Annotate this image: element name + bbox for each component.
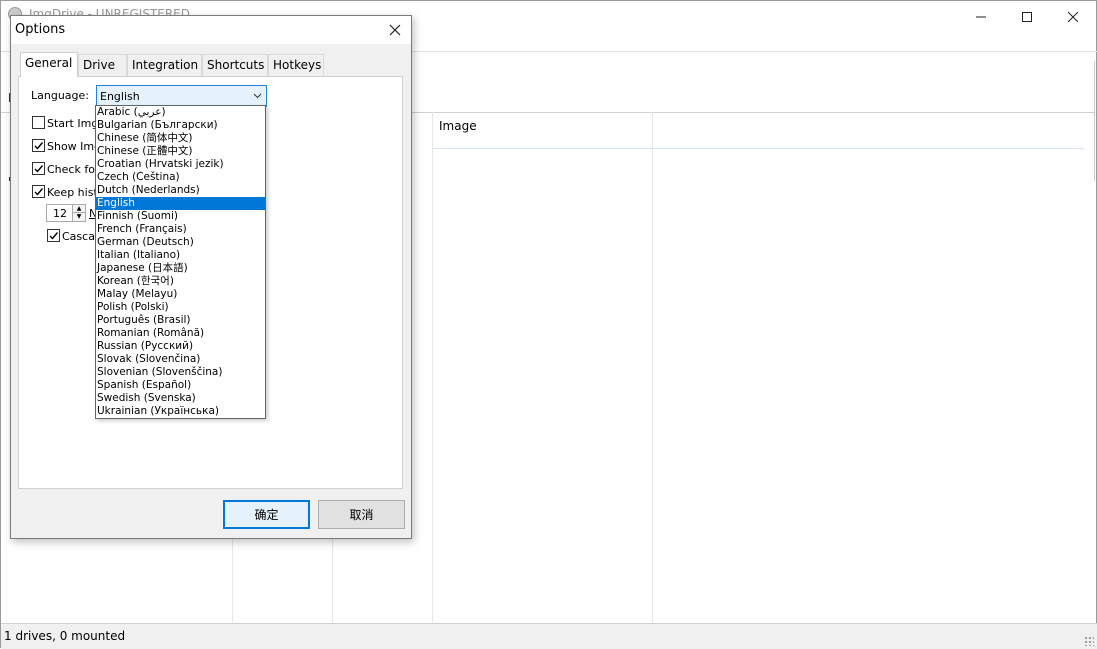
maximize-button[interactable] [1004, 3, 1050, 31]
keep-history-checkbox[interactable] [32, 185, 45, 198]
tab-general[interactable]: General [20, 52, 78, 77]
minimize-button[interactable] [958, 3, 1004, 31]
cancel-button[interactable]: 取消 [318, 500, 405, 529]
language-option[interactable]: French (Français) [96, 223, 265, 236]
language-option[interactable]: Chinese (简体中文) [96, 132, 265, 145]
language-option[interactable]: Ukrainian (Українська) [96, 405, 265, 418]
start-checkbox[interactable] [32, 116, 45, 129]
stepper-down-button[interactable]: ▼ [72, 213, 85, 221]
language-option[interactable]: Dutch (Nederlands) [96, 184, 265, 197]
language-option[interactable]: Polish (Polski) [96, 301, 265, 314]
show-checkbox-label: Show Img [47, 140, 102, 153]
checkmark-icon [34, 165, 44, 173]
language-option[interactable]: Bulgarian (Български) [96, 119, 265, 132]
language-option[interactable]: Czech (Čeština) [96, 171, 265, 184]
language-option[interactable]: Korean (한국어) [96, 275, 265, 288]
dialog-title: Options [15, 22, 66, 37]
cascade-checkbox[interactable] [47, 229, 60, 242]
language-option[interactable]: Romanian (Română) [96, 327, 265, 340]
check-updates-label: Check for [47, 163, 100, 176]
language-option[interactable]: Slovenian (Slovenščina) [96, 366, 265, 379]
close-main-button[interactable] [1050, 3, 1096, 31]
column-divider [652, 112, 653, 622]
tab-integration[interactable]: Integration [127, 54, 202, 76]
stepper-value: 12 [53, 207, 67, 220]
checkmark-icon [34, 188, 44, 196]
tab-shortcuts[interactable]: Shortcuts [202, 54, 268, 76]
column-divider [432, 112, 433, 622]
ok-button[interactable]: 确定 [223, 500, 310, 529]
history-count-stepper[interactable]: 12 ▲ ▼ [46, 204, 86, 222]
language-option[interactable]: Croatian (Hrvatski jezik) [96, 158, 265, 171]
language-option[interactable]: Arabic (عربي) [96, 106, 265, 119]
chevron-down-icon [253, 91, 262, 100]
minimize-icon [976, 16, 986, 18]
header-divider [433, 148, 1084, 149]
language-select-value: English [100, 90, 140, 103]
language-option[interactable]: English [96, 197, 265, 210]
language-option[interactable]: Spanish (Español) [96, 379, 265, 392]
language-option[interactable]: Chinese (正體中文) [96, 145, 265, 158]
language-option[interactable]: Swedish (Svenska) [96, 392, 265, 405]
show-checkbox[interactable] [32, 139, 45, 152]
close-icon [389, 24, 401, 36]
maximize-icon [1022, 12, 1032, 22]
language-option[interactable]: Malay (Melayu) [96, 288, 265, 301]
language-select[interactable]: English [96, 85, 267, 107]
language-option[interactable]: Japanese (日本語) [96, 262, 265, 275]
tab-hotkeys[interactable]: Hotkeys [268, 54, 324, 76]
language-label: Language: [31, 89, 89, 102]
language-option[interactable]: Português (Brasil) [96, 314, 265, 327]
language-option[interactable]: German (Deutsch) [96, 236, 265, 249]
language-option[interactable]: Russian (Русский) [96, 340, 265, 353]
check-updates-checkbox[interactable] [32, 162, 45, 175]
status-bar: 1 drives, 0 mounted [1, 623, 1097, 649]
close-icon [1068, 12, 1078, 22]
language-option[interactable]: Italian (Italiano) [96, 249, 265, 262]
stepper-up-button[interactable]: ▲ [72, 205, 85, 213]
language-option[interactable]: Slovak (Slovenčina) [96, 353, 265, 366]
dialog-close-button[interactable] [385, 19, 405, 41]
checkmark-icon [34, 142, 44, 150]
status-text: 1 drives, 0 mounted [4, 629, 126, 643]
language-dropdown-list[interactable]: Arabic (عربي) Bulgarian (Български) Chines… [95, 105, 266, 419]
checkmark-icon [49, 232, 59, 240]
tab-drive[interactable]: Drive [78, 54, 127, 76]
column-header-image[interactable]: Image [439, 119, 477, 133]
dialog-titlebar[interactable]: Options [11, 16, 411, 44]
resize-grip-icon[interactable] [1084, 636, 1094, 646]
language-option[interactable]: Finnish (Suomi) [96, 210, 265, 223]
